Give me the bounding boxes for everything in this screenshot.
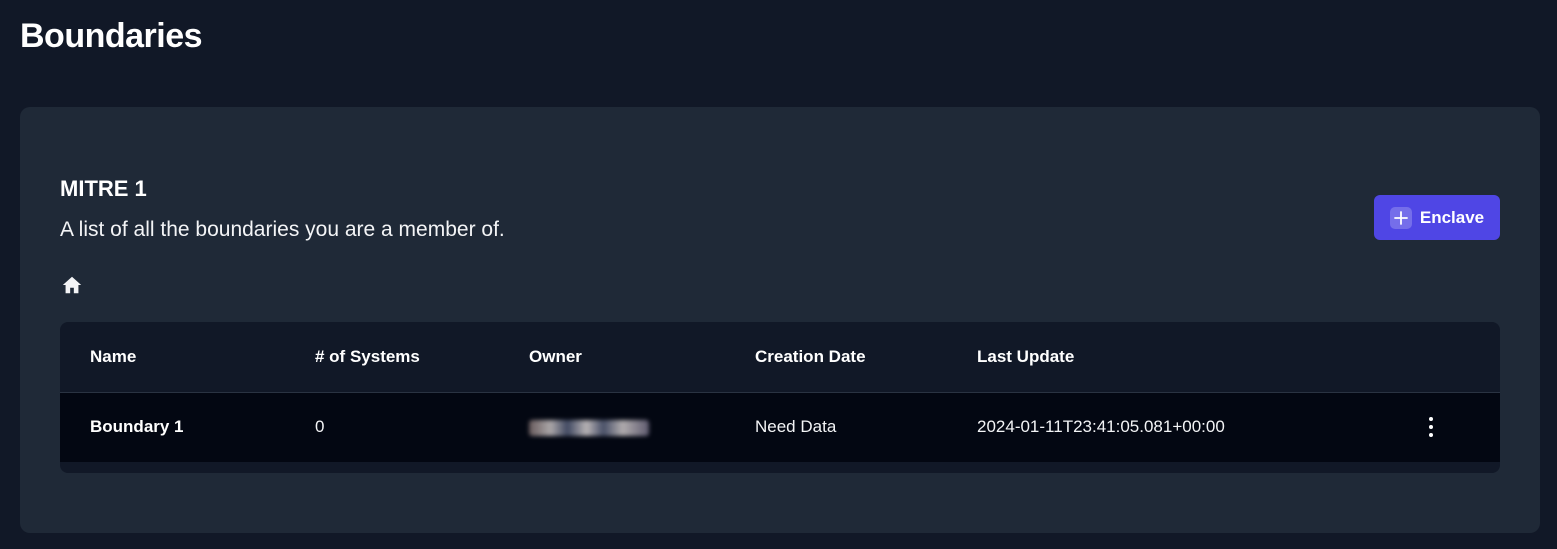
owner-email-redacted: [529, 419, 649, 436]
boundary-name[interactable]: Boundary 1: [60, 392, 315, 462]
column-header-systems[interactable]: # of Systems: [315, 322, 529, 392]
column-header-actions: [1407, 322, 1500, 392]
boundaries-table: Name # of Systems Owner Creation Date La…: [60, 322, 1500, 473]
column-header-owner[interactable]: Owner: [529, 322, 755, 392]
creation-date: Need Data: [755, 417, 837, 437]
owner-cell: [529, 392, 755, 462]
kebab-vertical-icon[interactable]: [1419, 412, 1443, 442]
systems-count: 0: [315, 417, 325, 437]
card-title: MITRE 1: [60, 176, 147, 201]
table-row[interactable]: Boundary 1 0 Need Data 2024-01-11T23:41:…: [60, 392, 1500, 462]
boundaries-card: MITRE 1 A list of all the boundaries you…: [20, 107, 1540, 533]
page-title: Boundaries: [20, 17, 203, 55]
column-header-last-update[interactable]: Last Update: [977, 322, 1407, 392]
plus-icon: [1389, 206, 1412, 229]
row-actions-cell: [1407, 392, 1500, 462]
add-enclave-button[interactable]: Enclave: [1374, 195, 1500, 240]
column-header-name[interactable]: Name: [60, 322, 315, 392]
add-enclave-label: Enclave: [1419, 207, 1485, 227]
table-header-row: Name # of Systems Owner Creation Date La…: [60, 322, 1500, 392]
home-icon[interactable]: [61, 274, 83, 296]
card-subtitle: A list of all the boundaries you are a m…: [60, 218, 505, 241]
last-update: 2024-01-11T23:41:05.081+00:00: [977, 417, 1225, 437]
column-header-creation-date[interactable]: Creation Date: [755, 322, 977, 392]
